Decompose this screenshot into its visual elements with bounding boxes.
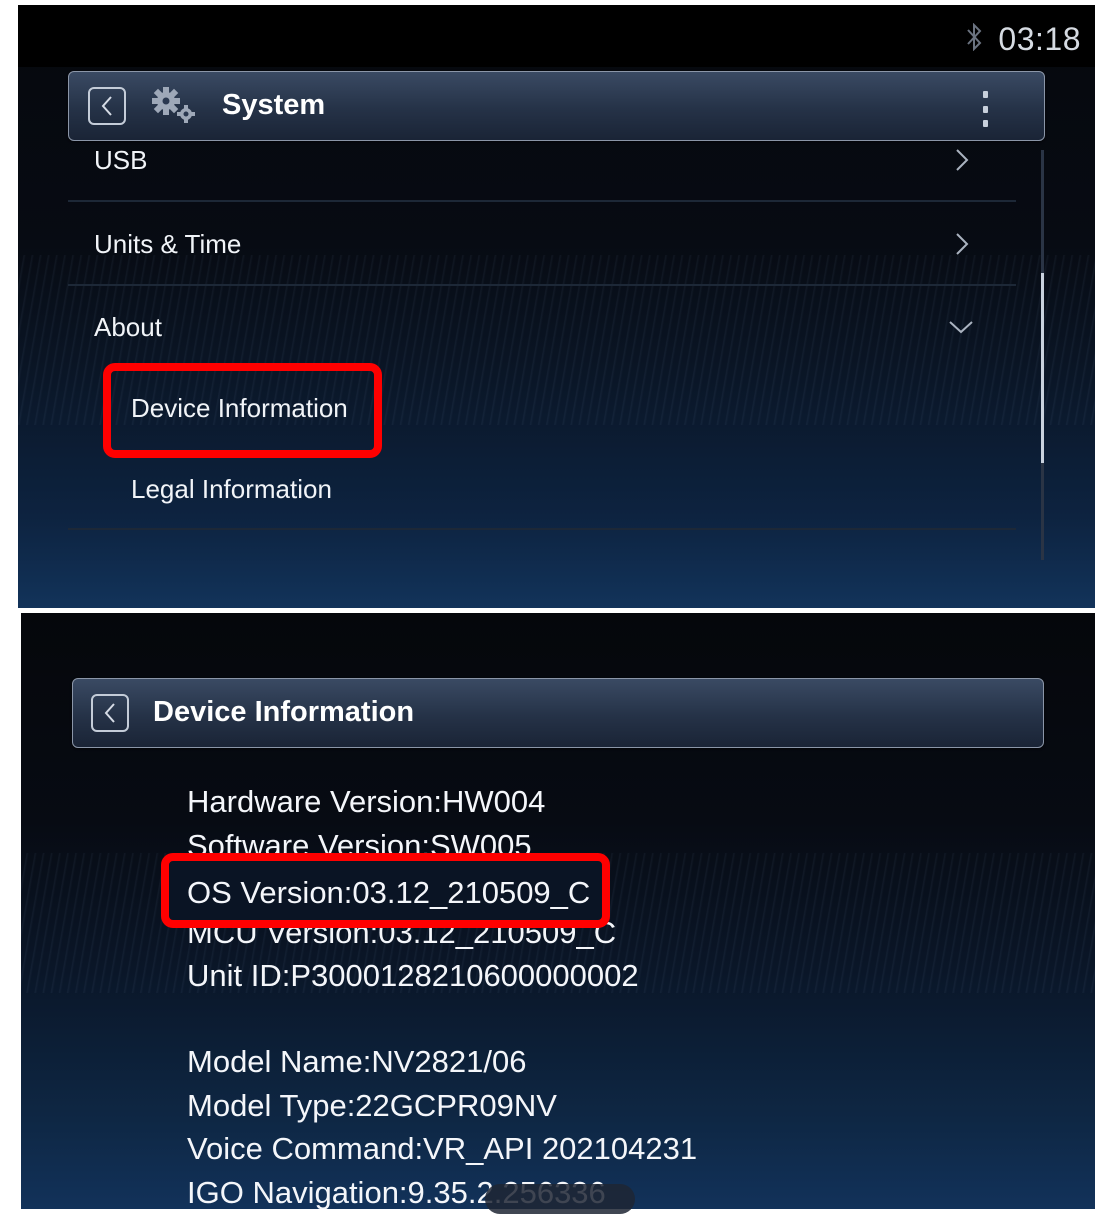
chevron-down-icon — [949, 321, 973, 334]
status-time: 03:18 — [998, 21, 1081, 57]
menu-item-label: USB — [94, 145, 148, 175]
chevron-right-icon — [956, 233, 969, 255]
navigation-pill[interactable] — [485, 1184, 635, 1214]
model-type: Model Type:22GCPR09NV — [187, 1088, 557, 1123]
bluetooth-icon — [967, 23, 982, 51]
highlight-box — [103, 363, 382, 458]
header-title: System — [222, 89, 326, 121]
system-header: System — [68, 71, 1045, 141]
back-button[interactable] — [91, 694, 129, 732]
chevron-left-icon — [101, 96, 112, 116]
device-info-header: Device Information — [72, 678, 1044, 748]
chevron-left-icon — [104, 703, 115, 723]
back-button[interactable] — [88, 87, 126, 125]
divider — [68, 200, 1016, 202]
device-information-panel: Device Information Hardware Version:HW00… — [21, 613, 1095, 1209]
highlight-box: OS Version:03.12_210509_C — [161, 853, 610, 928]
model-name: Model Name:NV2821/06 — [187, 1044, 527, 1079]
header-title: Device Information — [153, 696, 415, 728]
voice-command: Voice Command:VR_API 202104231 — [187, 1131, 698, 1166]
menu-item-label: About — [94, 312, 162, 342]
vertical-dots-icon[interactable] — [980, 91, 990, 127]
unit-id: Unit ID:P3000128210600000002 — [187, 958, 639, 993]
system-settings-panel: 03:18 System USB Units & Time About Devi… — [18, 5, 1095, 608]
hardware-version: Hardware Version:HW004 — [187, 784, 546, 819]
scrollbar-thumb[interactable] — [1041, 273, 1044, 463]
os-version: OS Version:03.12_210509_C — [187, 875, 591, 910]
menu-item-label: Units & Time — [94, 229, 242, 259]
divider — [68, 528, 1016, 530]
chevron-right-icon — [956, 149, 969, 171]
gears-icon — [152, 87, 195, 123]
divider — [68, 284, 1016, 286]
submenu-item-legal-information[interactable]: Legal Information — [131, 474, 332, 505]
status-bar: 03:18 — [18, 5, 1095, 67]
